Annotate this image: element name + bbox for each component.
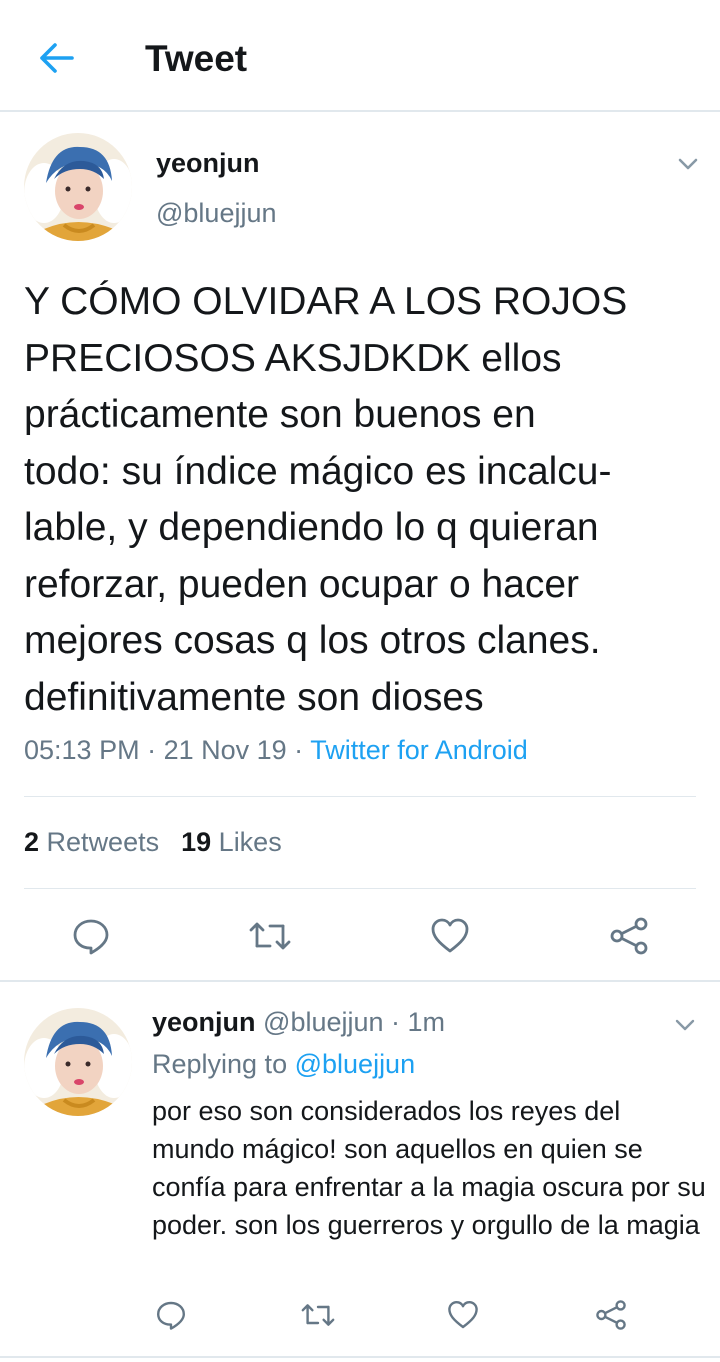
reply-icon — [73, 919, 109, 955]
reply-button[interactable] — [68, 913, 114, 959]
page-title: Tweet — [145, 38, 248, 79]
arrow-left-icon — [40, 43, 74, 73]
reply-age: 1m — [407, 1007, 446, 1037]
tweet-meta: 05:13 PM · 21 Nov 19 · Twitter for Andro… — [24, 735, 528, 766]
engagement-stats: 2 Retweets 19 Likes — [24, 827, 282, 858]
like-icon — [448, 1301, 478, 1329]
replying-to: Replying to @bluejjun — [152, 1049, 415, 1080]
reply-author-name[interactable]: yeonjun — [152, 1007, 256, 1037]
divider — [24, 796, 696, 797]
retweet-label: Retweets — [46, 827, 160, 857]
avatar[interactable] — [24, 133, 132, 241]
replying-to-handle-link[interactable]: @bluejjun — [295, 1049, 416, 1079]
reply-like-button[interactable] — [444, 1296, 482, 1334]
divider — [24, 888, 696, 889]
meta-separator: · — [383, 1007, 408, 1037]
section-divider — [0, 980, 720, 982]
reply-icon — [157, 1301, 185, 1330]
reply-retweet-button[interactable] — [298, 1296, 338, 1334]
tweet-source-link[interactable]: Twitter for Android — [310, 735, 528, 765]
divider — [0, 1356, 720, 1358]
reply-author-handle[interactable]: @bluejjun — [263, 1007, 384, 1037]
replying-label: Replying to — [152, 1049, 288, 1079]
tweet-text: Y CÓMO OLVIDAR A LOS ROJOS PRECIOSOS AKS… — [24, 280, 628, 719]
chevron-down-icon — [678, 158, 698, 170]
share-button[interactable] — [606, 913, 652, 959]
top-app-bar: Tweet — [0, 0, 720, 112]
reply-reply-button[interactable] — [152, 1296, 190, 1334]
reply-avatar[interactable] — [24, 1008, 132, 1116]
tweet-date: 21 Nov 19 — [163, 735, 287, 765]
reply-share-button[interactable] — [592, 1296, 630, 1334]
tweet-options-button[interactable] — [674, 150, 702, 178]
retweets-stat[interactable]: 2 Retweets — [24, 827, 159, 857]
chevron-down-icon — [675, 1019, 695, 1031]
reply-text: por eso son considerados los reyes del m… — [152, 1096, 706, 1240]
back-button[interactable] — [34, 36, 78, 80]
retweet-icon — [249, 922, 291, 950]
reply-header: yeonjun @bluejjun · 1m — [152, 1007, 445, 1038]
meta-separator: · — [139, 735, 164, 765]
tweet-time: 05:13 PM — [24, 735, 140, 765]
share-icon — [610, 917, 648, 955]
like-label: Likes — [218, 827, 282, 857]
share-icon — [596, 1300, 626, 1330]
like-count: 19 — [181, 827, 212, 857]
likes-stat[interactable]: 19 Likes — [181, 827, 282, 857]
retweet-icon — [301, 1304, 335, 1326]
retweet-count: 2 — [24, 827, 40, 857]
author-handle[interactable]: @bluejjun — [156, 198, 277, 229]
meta-separator: · — [286, 735, 311, 765]
like-icon — [431, 918, 469, 953]
reply-options-button[interactable] — [672, 1012, 698, 1038]
author-name[interactable]: yeonjun — [156, 148, 260, 179]
retweet-button[interactable] — [247, 913, 293, 959]
like-button[interactable] — [427, 913, 473, 959]
